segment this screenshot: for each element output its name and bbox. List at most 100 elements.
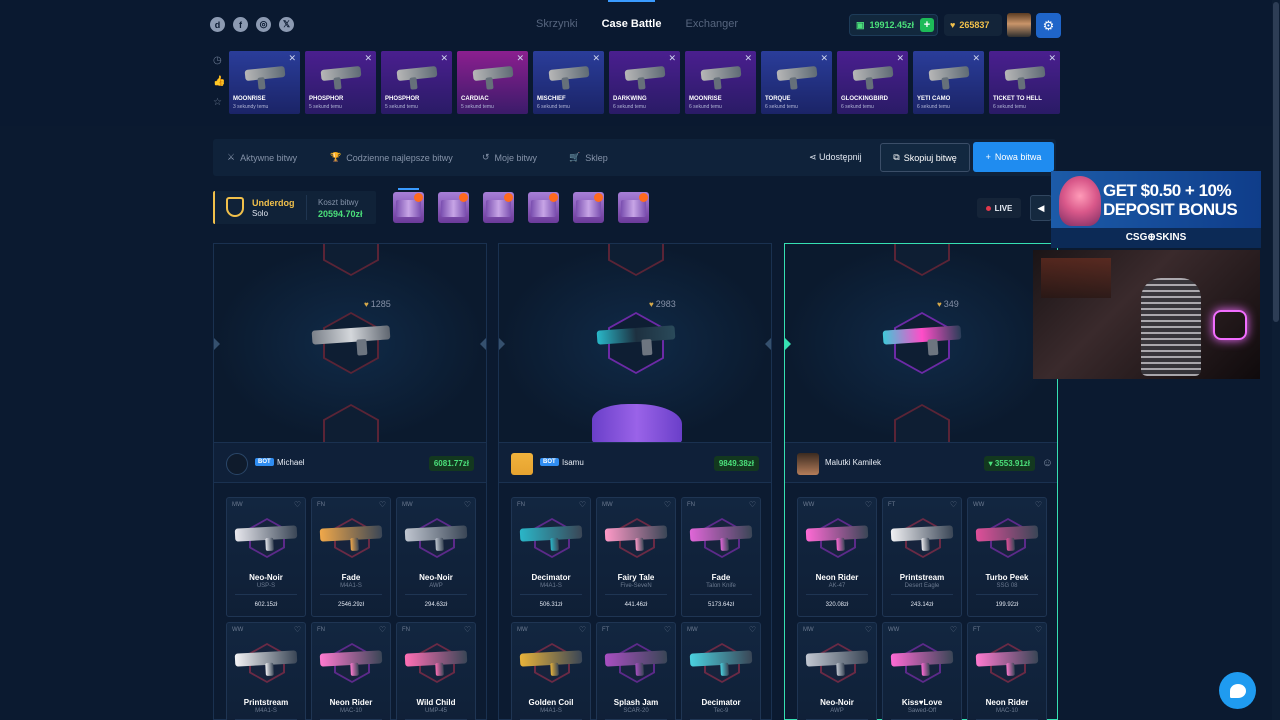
case-icon[interactable] <box>573 192 604 223</box>
live-drop-item[interactable]: ✕ MOONRISE 3 sekundy temu <box>229 51 300 114</box>
item-card[interactable]: MW ♡ Neo-Noir AWP 294.63zł <box>396 497 476 617</box>
chat-bubble-icon[interactable] <box>1219 672 1256 709</box>
thumb-icon[interactable]: 👍 <box>213 76 225 87</box>
facebook-icon[interactable]: f <box>233 17 248 32</box>
copy-battle-button[interactable]: ⧉ Skopiuj bitwę <box>880 143 970 172</box>
emoji-icon[interactable]: ☺ <box>1042 457 1053 469</box>
avatar[interactable] <box>226 453 248 475</box>
item-card[interactable]: FN ♡ Fade M4A1-S 2546.29zł <box>311 497 391 617</box>
live-drop-item[interactable]: ✕ TICKET TO HELL 6 sekund temu <box>989 51 1060 114</box>
item-card[interactable]: MW ♡ Golden Coil M4A1-S <box>511 622 591 720</box>
nav-skrzynki[interactable]: Skrzynki <box>536 18 578 30</box>
item-card[interactable]: FT ♡ Splash Jam SCAR-20 <box>596 622 676 720</box>
item-card[interactable]: FN ♡ Wild Child UMP-45 <box>396 622 476 720</box>
play-button[interactable]: ◀ <box>1030 195 1052 221</box>
live-drop-item[interactable]: ✕ MISCHIEF 6 sekund temu <box>533 51 604 114</box>
share-button[interactable]: ⋖ Udostępnij <box>809 152 862 163</box>
favorite-icon[interactable]: ♡ <box>749 500 756 509</box>
live-drop-item[interactable]: ✕ GLOCKINGBIRD 6 sekund temu <box>837 51 908 114</box>
favorite-icon[interactable]: ♡ <box>1035 500 1042 509</box>
favorite-icon[interactable]: ♡ <box>464 625 471 634</box>
item-card[interactable]: WW ♡ Turbo Peek SSG 08 199.92zł <box>967 497 1047 617</box>
tab-shop[interactable]: 🛒 Sklep <box>569 152 608 163</box>
promo-line2: DEPOSIT BONUS <box>1103 200 1238 219</box>
live-drop-item[interactable]: ✕ PHOSPHOR 5 sekund temu <box>381 51 452 114</box>
item-card[interactable]: MW ♡ Decimator Tec-9 <box>681 622 761 720</box>
case-icon[interactable] <box>483 192 514 223</box>
case-icon[interactable] <box>528 192 559 223</box>
item-card[interactable]: WW ♡ Printstream M4A1-S <box>226 622 306 720</box>
nav-case-battle[interactable]: Case Battle <box>602 0 661 30</box>
item-card[interactable]: FN ♡ Fade Talon Knife 5173.64zł <box>681 497 761 617</box>
favorite-icon[interactable]: ♡ <box>664 500 671 509</box>
item-card[interactable]: WW ♡ Neon Rider AK-47 320.08zł <box>797 497 877 617</box>
favorite-icon[interactable]: ♡ <box>865 625 872 634</box>
item-card[interactable]: MW ♡ Fairy Tale Five-SeveN 441.46zł <box>596 497 676 617</box>
tab-active-battles[interactable]: ⚔ Aktywne bitwy <box>227 152 297 163</box>
favorite-icon[interactable]: ♡ <box>1035 625 1042 634</box>
clock-icon[interactable]: ◷ <box>213 55 225 66</box>
avatar[interactable] <box>511 453 533 475</box>
favorite-icon[interactable]: ♡ <box>379 500 386 509</box>
favorite-icon[interactable]: ♡ <box>950 625 957 634</box>
scrollbar[interactable] <box>1272 0 1280 720</box>
item-card[interactable]: FT ♡ Neon Rider MAC-10 <box>967 622 1047 720</box>
live-drop-item[interactable]: ✕ CARDIAC 5 sekund temu <box>457 51 528 114</box>
close-icon[interactable]: ✕ <box>896 53 904 64</box>
favorite-icon[interactable]: ♡ <box>950 500 957 509</box>
tab-my-battles[interactable]: ↺ Moje bitwy <box>482 152 537 163</box>
cost-label: Koszt bitwy <box>318 198 359 207</box>
discord-icon[interactable]: d <box>210 17 225 32</box>
x-icon[interactable]: 𝕏 <box>279 17 294 32</box>
user-avatar[interactable] <box>1007 13 1031 37</box>
drop-name: PHOSPHOR <box>309 96 344 102</box>
close-icon[interactable]: ✕ <box>1048 53 1056 64</box>
close-icon[interactable]: ✕ <box>820 53 828 64</box>
case-icon[interactable] <box>618 192 649 223</box>
live-drop-item[interactable]: ✕ MOONRISE 6 sekund temu <box>685 51 756 114</box>
item-card[interactable]: MW ♡ Neo-Noir USP-S 602.15zł <box>226 497 306 617</box>
item-card[interactable]: WW ♡ Kiss♥Love Sawed-Off <box>882 622 962 720</box>
new-battle-button[interactable]: + Nowa bitwa <box>973 142 1054 172</box>
case-icon[interactable] <box>438 192 469 223</box>
favorite-icon[interactable]: ♡ <box>865 500 872 509</box>
item-card[interactable]: MW ♡ Neo-Noir AWP <box>797 622 877 720</box>
favorite-icon[interactable]: ♡ <box>579 625 586 634</box>
deposit-button[interactable]: + <box>920 18 934 32</box>
nav-exchanger[interactable]: Exchanger <box>685 18 738 30</box>
close-icon[interactable]: ✕ <box>288 53 296 64</box>
item-weapon: AWP <box>429 583 443 589</box>
star-icon[interactable]: ☆ <box>213 97 225 108</box>
promo-banner[interactable]: GET $0.50 + 10% DEPOSIT BONUS CSG⊕SKINS <box>1051 171 1261 248</box>
live-drop-item[interactable]: ✕ YETI CAMO 6 sekund temu <box>913 51 984 114</box>
favorite-icon[interactable]: ♡ <box>464 500 471 509</box>
case-icon[interactable] <box>393 192 424 223</box>
close-icon[interactable]: ✕ <box>668 53 676 64</box>
close-icon[interactable]: ✕ <box>364 53 372 64</box>
favorite-icon[interactable]: ♡ <box>294 625 301 634</box>
item-card[interactable]: FT ♡ Printstream Desert Eagle 243.14zł <box>882 497 962 617</box>
avatar[interactable] <box>797 453 819 475</box>
live-drop-item[interactable]: ✕ TORQUE 6 sekund temu <box>761 51 832 114</box>
settings-gear-icon[interactable]: ⚙ <box>1036 13 1061 38</box>
favorite-icon[interactable]: ♡ <box>294 500 301 509</box>
instagram-icon[interactable]: ◎ <box>256 17 271 32</box>
favorite-icon[interactable]: ♡ <box>749 625 756 634</box>
close-icon[interactable]: ✕ <box>972 53 980 64</box>
item-name: Neon Rider <box>815 573 859 582</box>
favorite-icon[interactable]: ♡ <box>664 625 671 634</box>
favorite-icon[interactable]: ♡ <box>379 625 386 634</box>
close-icon[interactable]: ✕ <box>516 53 524 64</box>
favorite-icon[interactable]: ♡ <box>579 500 586 509</box>
close-icon[interactable]: ✕ <box>592 53 600 64</box>
item-card[interactable]: FN ♡ Neon Rider MAC-10 <box>311 622 391 720</box>
close-icon[interactable]: ✕ <box>744 53 752 64</box>
live-drop-item[interactable]: ✕ DARKWING 6 sekund temu <box>609 51 680 114</box>
tab-daily-best[interactable]: 🏆 Codzienne najlepsze bitwy <box>330 152 453 163</box>
live-drop-item[interactable]: ✕ PHOSPHOR 5 sekund temu <box>305 51 376 114</box>
item-name: Neo-Noir <box>419 573 453 582</box>
balance-badge[interactable]: ▣ 19912.45zł + <box>849 14 938 36</box>
close-icon[interactable]: ✕ <box>440 53 448 64</box>
item-card[interactable]: FN ♡ Decimator M4A1-S 506.31zł <box>511 497 591 617</box>
coins-badge[interactable]: ♥ 265837 <box>944 14 1002 36</box>
